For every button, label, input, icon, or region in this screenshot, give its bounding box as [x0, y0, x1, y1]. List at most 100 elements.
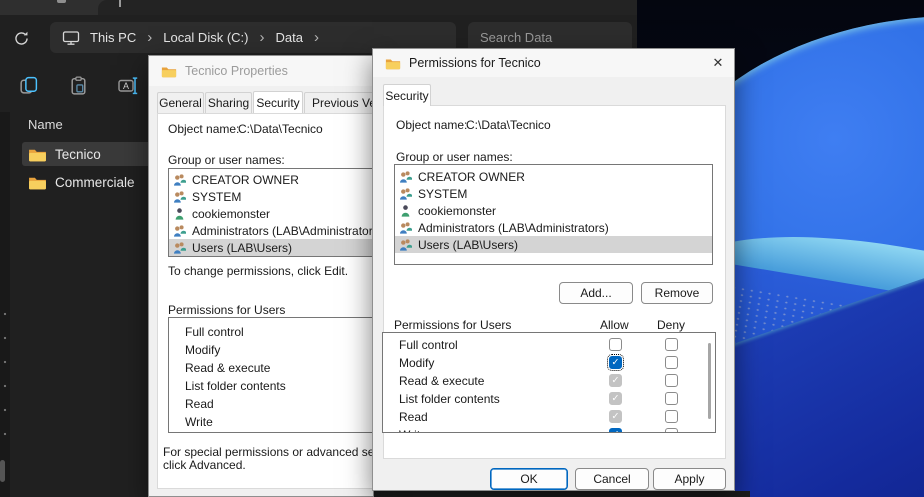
allow-checkbox[interactable] — [609, 428, 622, 433]
tab-label: Previous Vers — [312, 96, 374, 110]
edit-hint-text: To change permissions, click Edit. — [168, 264, 348, 278]
allow-checkbox[interactable] — [609, 392, 622, 405]
permission-name: List folder contents — [185, 379, 286, 393]
allow-checkbox[interactable] — [609, 374, 622, 387]
user-name: SYSTEM — [418, 187, 467, 201]
user-name: Administrators (LAB\Administrators) — [418, 221, 609, 235]
permission-row[interactable]: Full control — [169, 323, 374, 341]
tab-label: Sharing — [208, 96, 249, 110]
apply-button[interactable]: Apply — [653, 468, 726, 490]
group-user-names-label: Group or user names: — [168, 153, 285, 167]
group-icon — [173, 224, 186, 237]
chevron-right-icon[interactable]: › — [309, 30, 324, 45]
user-row[interactable]: CREATOR OWNER — [395, 168, 712, 185]
user-row[interactable]: SYSTEM — [395, 185, 712, 202]
user-row[interactable]: Administrators (LAB\Administrators) — [169, 222, 374, 239]
copy-button[interactable] — [16, 73, 40, 97]
group-user-names-list[interactable]: CREATOR OWNERSYSTEM cookiemonster Administ… — [168, 168, 374, 257]
navigation-tree-dots — [2, 302, 8, 437]
permissions-dialog-titlebar[interactable]: Permissions for Tecnico — [373, 49, 734, 77]
cancel-button[interactable]: Cancel — [575, 468, 649, 490]
remove-button[interactable]: Remove — [641, 282, 713, 304]
permissions-list[interactable]: Full control Modify Read & execute List fol… — [168, 317, 374, 433]
tab-sharing[interactable]: Sharing — [205, 92, 252, 113]
allow-checkbox[interactable] — [609, 410, 622, 423]
permission-row[interactable]: Read & execute — [169, 359, 374, 377]
add-button[interactable]: Add... — [559, 282, 633, 304]
tab-security[interactable]: Security — [253, 91, 303, 113]
permission-name: List folder contents — [399, 392, 500, 406]
group-icon — [399, 170, 412, 183]
allow-column-header: Allow — [600, 318, 629, 332]
folder-icon — [161, 65, 177, 78]
paste-icon — [68, 75, 89, 96]
user-row[interactable]: SYSTEM — [169, 188, 374, 205]
properties-dialog-titlebar[interactable]: Tecnico Properties — [149, 56, 373, 86]
permission-row[interactable]: Read — [169, 395, 374, 413]
permissions-checkbox-list[interactable]: Full controlModify Read & execute List fol… — [382, 332, 716, 433]
user-name: CREATOR OWNER — [418, 170, 525, 184]
group-user-names-list[interactable]: CREATOR OWNER SYSTEM cookiemonster Administ… — [394, 164, 713, 265]
explorer-active-tab[interactable] — [98, 0, 637, 15]
user-name: Administrators (LAB\Administrators) — [192, 224, 374, 238]
tab-strip-glyph — [57, 0, 66, 3]
user-row[interactable]: Administrators (LAB\Administrators) — [395, 219, 712, 236]
folder-icon — [28, 175, 47, 190]
deny-checkbox[interactable] — [665, 410, 678, 423]
permission-row[interactable]: Modify — [383, 354, 715, 372]
user-row[interactable]: Users (LAB\Users) — [169, 239, 374, 256]
explorer-tab-strip[interactable] — [0, 0, 637, 15]
chevron-right-icon[interactable]: › — [142, 30, 157, 45]
user-name: cookiemonster — [418, 204, 496, 218]
deny-checkbox[interactable] — [665, 338, 678, 351]
advanced-hint-line2: click Advanced. — [163, 458, 246, 472]
refresh-button[interactable] — [9, 26, 33, 50]
permission-row[interactable]: Read — [383, 408, 715, 426]
permission-row[interactable]: List folder contents — [169, 377, 374, 395]
permission-row[interactable]: Write — [169, 413, 374, 431]
close-icon: ✕ — [713, 55, 724, 71]
breadcrumb-item[interactable]: Local Disk (C:) — [157, 27, 254, 48]
permission-name: Modify — [185, 343, 220, 357]
name-column-header[interactable]: Name — [28, 117, 63, 132]
advanced-hint-line1: For special permissions or advanced sett… — [163, 445, 374, 459]
permission-name: Read & execute — [185, 361, 270, 375]
user-row[interactable]: cookiemonster — [169, 205, 374, 222]
search-input[interactable] — [480, 30, 656, 45]
user-name: cookiemonster — [192, 207, 270, 221]
rename-button[interactable]: A — [116, 73, 140, 97]
user-row[interactable]: cookiemonster — [395, 202, 712, 219]
allow-checkbox[interactable] — [609, 338, 622, 351]
deny-checkbox[interactable] — [665, 374, 678, 387]
permission-row[interactable]: Full control — [383, 336, 715, 354]
allow-checkbox[interactable] — [609, 356, 622, 369]
tab-security[interactable]: Security — [383, 84, 431, 106]
chevron-right-icon[interactable]: › — [254, 30, 269, 45]
ok-button[interactable]: OK — [490, 468, 568, 490]
user-icon — [173, 207, 186, 220]
paste-button[interactable] — [66, 73, 90, 97]
permission-row[interactable]: Read & execute — [383, 372, 715, 390]
user-row[interactable]: CREATOR OWNER — [169, 171, 374, 188]
user-row[interactable]: Users (LAB\Users) — [395, 236, 712, 253]
deny-checkbox[interactable] — [665, 392, 678, 405]
breadcrumb-item[interactable]: Data — [269, 27, 308, 48]
permission-row[interactable]: Write — [383, 426, 715, 433]
navigation-pane-edge — [0, 112, 10, 497]
permission-row[interactable]: Modify — [169, 341, 374, 359]
deny-checkbox[interactable] — [665, 356, 678, 369]
group-icon — [399, 221, 412, 234]
deny-checkbox[interactable] — [665, 428, 678, 433]
user-name: CREATOR OWNER — [192, 173, 299, 187]
breadcrumb-item[interactable]: This PC — [84, 27, 142, 48]
tab-previous-vers[interactable]: Previous Vers — [304, 92, 374, 113]
permission-row[interactable]: List folder contents — [383, 390, 715, 408]
close-button[interactable]: ✕ — [704, 51, 732, 75]
group-user-names-label: Group or user names: — [396, 150, 513, 164]
tab-general[interactable]: General — [157, 92, 204, 113]
navigation-scrollbar-thumb[interactable] — [0, 460, 5, 482]
properties-dialog: Tecnico Properties General Sharing Securit… — [148, 55, 374, 497]
permission-name: Full control — [185, 325, 244, 339]
folder-icon — [385, 57, 401, 70]
permission-name: Read & execute — [399, 374, 484, 388]
